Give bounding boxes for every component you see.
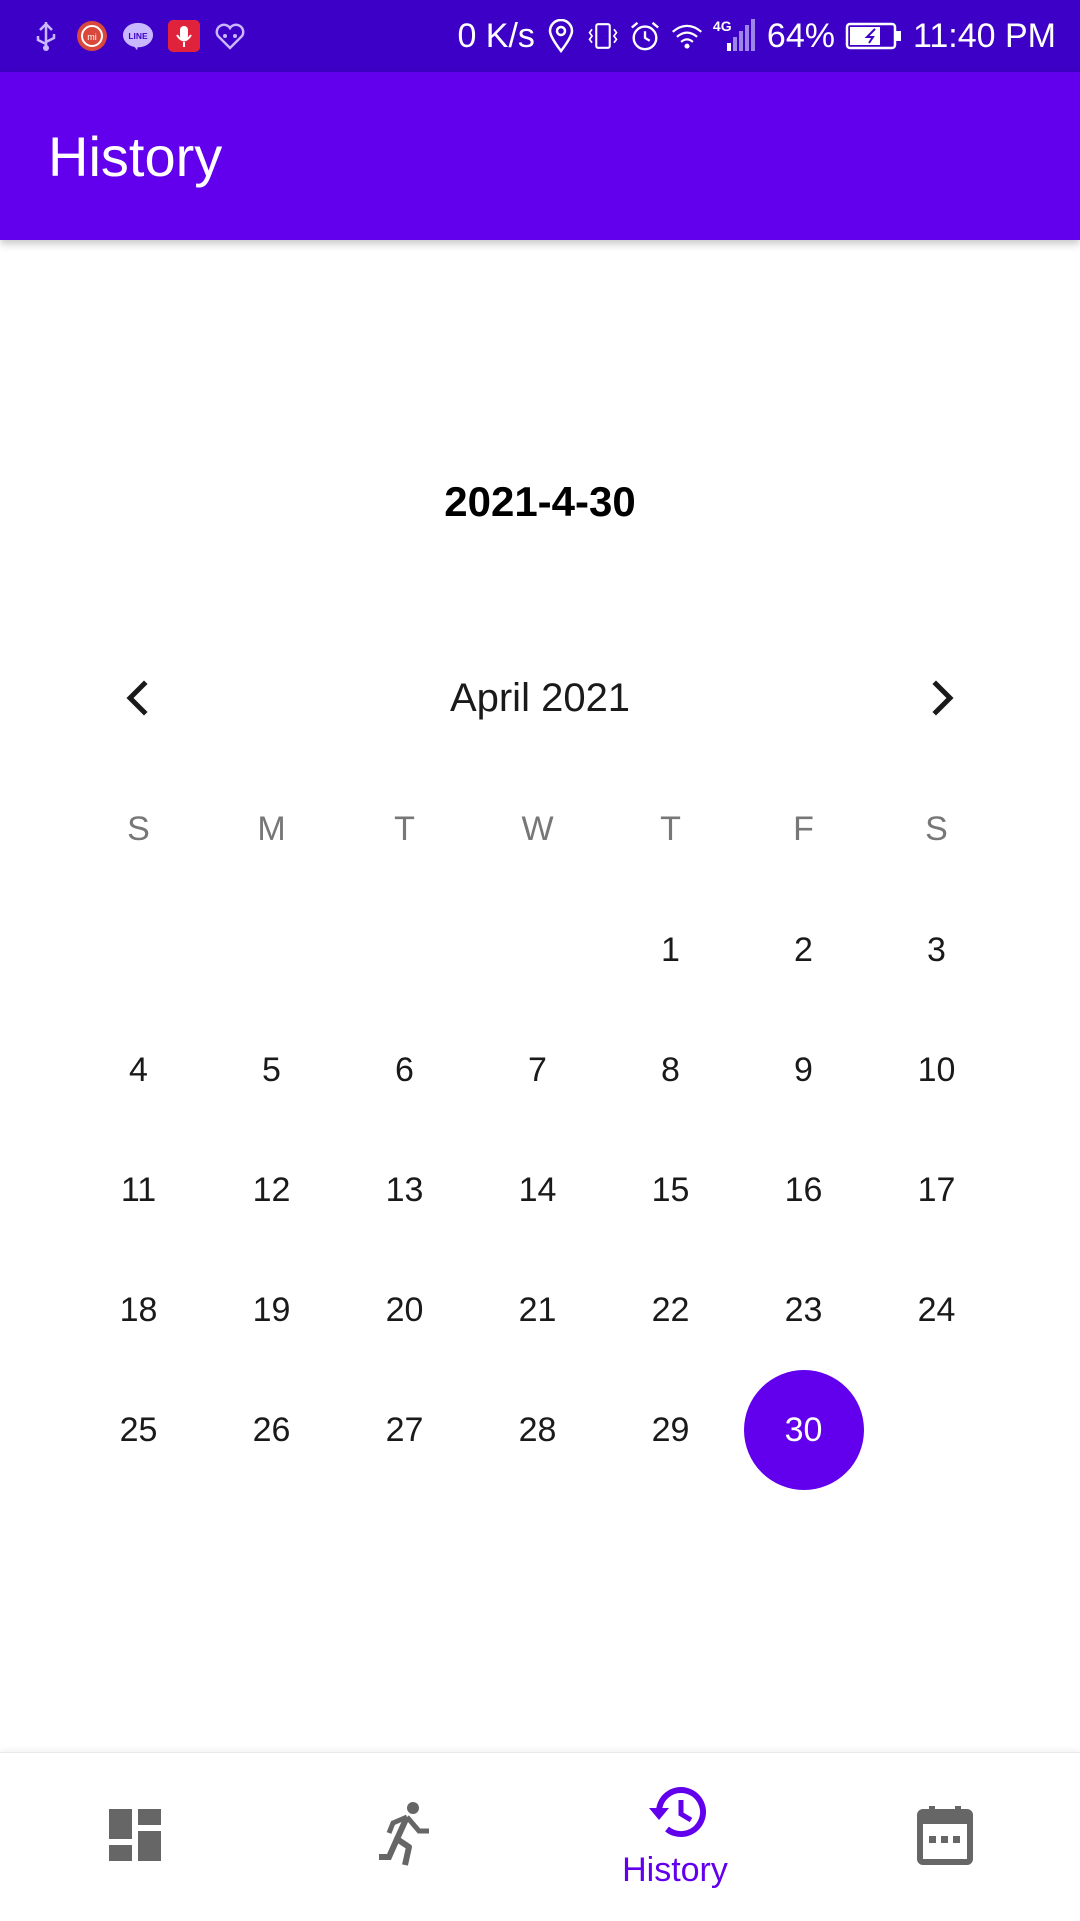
calendar-day[interactable]: 13: [345, 1130, 465, 1250]
weekday-label: S: [925, 810, 948, 848]
svg-text:mi: mi: [87, 32, 97, 42]
calendar-day[interactable]: 11: [79, 1130, 199, 1250]
calendar-day[interactable]: 8: [611, 1010, 731, 1130]
health-icon: [214, 20, 246, 52]
calendar-day[interactable]: 5: [212, 1010, 332, 1130]
clock-text: 11:40 PM: [912, 16, 1056, 55]
run-icon: [377, 1801, 433, 1874]
mi-icon: mi: [76, 20, 108, 52]
calendar-day[interactable]: 18: [79, 1250, 199, 1370]
next-month-button[interactable]: [902, 660, 982, 740]
calendar-day[interactable]: 16: [744, 1130, 864, 1250]
weekday-label: M: [257, 810, 286, 848]
nav-item-calendar[interactable]: [810, 1753, 1080, 1921]
calendar-day[interactable]: 9: [744, 1010, 864, 1130]
month-label: April 2021: [449, 676, 631, 720]
calendar-day[interactable]: 3: [877, 890, 997, 1010]
calendar-day[interactable]: 27: [345, 1370, 465, 1490]
calendar-grid: 1 2 3 4 5 6 7 8 9 10 11 12 13 14 15 16 17 18 19 20 21 22 23 24 2…: [72, 890, 1004, 1490]
selected-date-text: 2021-4-30: [444, 478, 636, 525]
location-icon: [545, 19, 577, 53]
wifi-icon: [671, 20, 703, 52]
svg-text:LINE: LINE: [128, 31, 148, 41]
calendar-day[interactable]: 15: [611, 1130, 731, 1250]
calendar-day[interactable]: 12: [212, 1130, 332, 1250]
usb-icon: [30, 20, 62, 52]
chevron-right-icon: [922, 678, 962, 723]
calendar-icon: [917, 1804, 973, 1871]
calendar-day[interactable]: 20: [345, 1250, 465, 1370]
calendar-day[interactable]: 25: [79, 1370, 199, 1490]
battery-icon: [845, 20, 903, 52]
weekday-label: T: [660, 810, 681, 848]
status-bar-left-icons: mi LINE: [30, 16, 246, 56]
nav-item-history[interactable]: History: [540, 1753, 810, 1921]
calendar-header: April 2021: [92, 660, 988, 740]
calendar-day[interactable]: 23: [744, 1250, 864, 1370]
calendar-day-selected[interactable]: 30: [743, 1370, 864, 1490]
calendar-day[interactable]: 29: [611, 1370, 731, 1490]
weekday-label: S: [127, 810, 150, 848]
calendar-day[interactable]: 28: [478, 1370, 598, 1490]
calendar-day[interactable]: 22: [611, 1250, 731, 1370]
line-icon: LINE: [122, 20, 154, 52]
vibrate-icon: [587, 20, 619, 52]
calendar-day[interactable]: 19: [212, 1250, 332, 1370]
weekday-label: W: [521, 810, 554, 848]
calendar-day[interactable]: 17: [877, 1130, 997, 1250]
weekday-label: T: [394, 810, 415, 848]
alarm-icon: [629, 20, 661, 52]
calendar-day[interactable]: 21: [478, 1250, 598, 1370]
calendar-day[interactable]: 6: [345, 1010, 465, 1130]
nav-item-history-label: History: [622, 1851, 728, 1889]
mic-icon: [168, 20, 200, 52]
bottom-navigation: History: [0, 1752, 1080, 1921]
status-bar: mi LINE 0 K/s 4G 64% 11:40 PM: [0, 0, 1080, 72]
calendar-day[interactable]: 7: [478, 1010, 598, 1130]
signal-icon: 4G: [712, 18, 757, 52]
calendar-day[interactable]: 4: [79, 1010, 199, 1130]
dashboard-icon: [107, 1807, 163, 1868]
weekday-label: F: [793, 810, 814, 848]
page-title: History: [48, 125, 223, 188]
calendar-day[interactable]: 1: [611, 890, 731, 1010]
calendar-day[interactable]: 2: [744, 890, 864, 1010]
network-type-text: 4G: [712, 18, 732, 34]
status-bar-right: 0 K/s 4G 64% 11:40 PM: [457, 14, 1056, 58]
nav-item-activity[interactable]: [270, 1753, 540, 1921]
calendar-day[interactable]: 14: [478, 1130, 598, 1250]
calendar-day[interactable]: 26: [212, 1370, 332, 1490]
history-icon: [643, 1784, 707, 1845]
weekday-header-row: SMTWTFS: [72, 810, 1004, 870]
battery-percent-text: 64%: [766, 16, 835, 55]
nav-item-dashboard[interactable]: [0, 1753, 270, 1921]
net-speed-text: 0 K/s: [457, 16, 535, 55]
calendar-day[interactable]: 10: [877, 1010, 997, 1130]
calendar-day[interactable]: 24: [877, 1250, 997, 1370]
app-bar: History: [0, 72, 1080, 240]
